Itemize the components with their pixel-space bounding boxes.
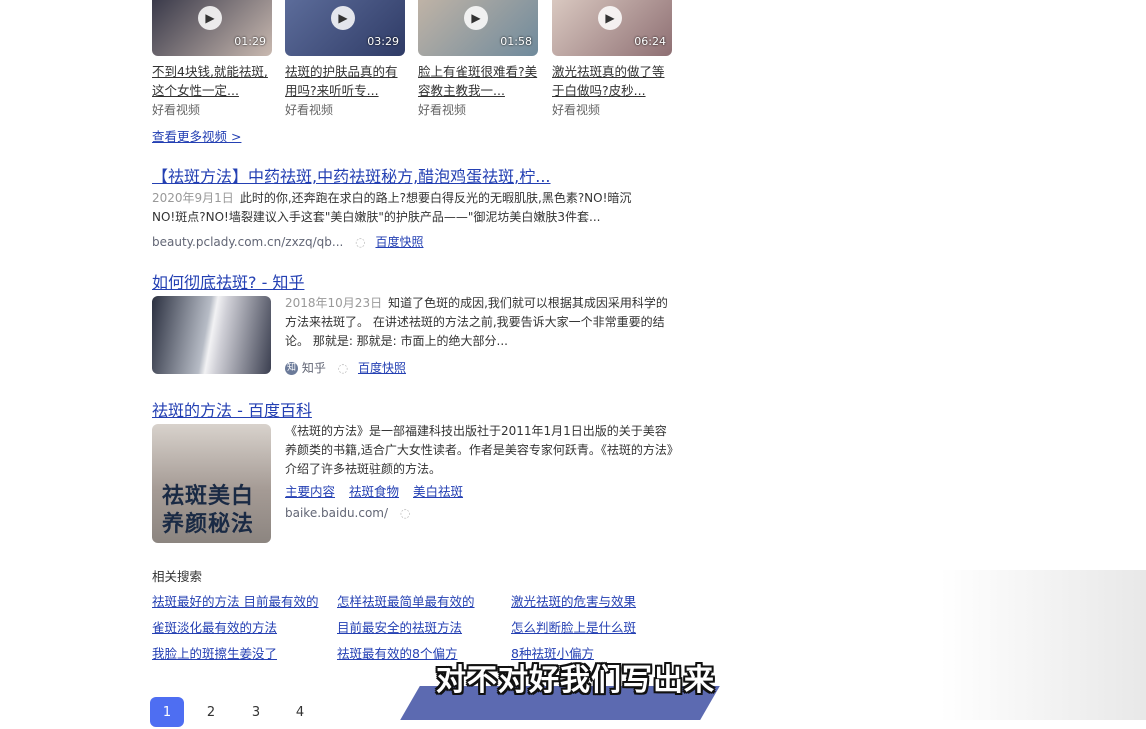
page-2[interactable]: 2 bbox=[194, 697, 228, 727]
video-title[interactable]: 激光祛斑真的做了等于白做吗?皮秒... bbox=[552, 62, 676, 100]
video-card[interactable]: ▶ 06:24 bbox=[552, 0, 672, 56]
result-abstract: 2020年9月1日 此时的你,还奔跑在求白的路上?想要白得反光的无暇肌肤,黑色素?… bbox=[152, 191, 632, 224]
result-title[interactable]: 【祛斑方法】中药祛斑,中药祛斑秘方,醋泡鸡蛋祛斑,柠... bbox=[152, 163, 551, 187]
result-url: baike.baidu.com/ bbox=[285, 506, 389, 520]
related-search-link[interactable]: 祛斑最好的方法 目前最有效的 bbox=[152, 591, 318, 610]
page-4[interactable]: 4 bbox=[283, 697, 317, 727]
sublink-food[interactable]: 祛斑食物 bbox=[349, 484, 399, 499]
play-icon[interactable]: ▶ bbox=[598, 6, 622, 30]
related-search-link[interactable]: 目前最安全的祛斑方法 bbox=[337, 617, 462, 636]
video-thumbnail[interactable]: ▶ 01:58 bbox=[418, 0, 538, 56]
video-subtitle: 对不对好我们写出来 bbox=[436, 663, 715, 698]
related-search-link[interactable]: 我脸上的斑擦生姜没了 bbox=[152, 643, 277, 662]
result-date: 2020年9月1日 bbox=[152, 191, 234, 205]
shield-icon: ◌ bbox=[337, 361, 349, 375]
video-source: 好看视频 bbox=[418, 103, 467, 117]
video-card[interactable]: ▶ 01:58 bbox=[418, 0, 538, 56]
result-title[interactable]: 祛斑的方法 - 百度百科 bbox=[152, 397, 312, 421]
video-title[interactable]: 脸上有雀斑很难看?美容教主教我一... bbox=[418, 62, 542, 100]
video-duration: 03:29 bbox=[367, 35, 399, 48]
book-cover-image[interactable]: 祛斑美白养颜秘法 bbox=[152, 424, 271, 543]
play-icon[interactable]: ▶ bbox=[198, 6, 222, 30]
result-date: 2018年10月23日 bbox=[285, 296, 383, 310]
more-videos-link[interactable]: 查看更多视频 > bbox=[152, 126, 241, 145]
related-search-link[interactable]: 怎样祛斑最简单最有效的 bbox=[337, 591, 475, 610]
video-duration: 06:24 bbox=[634, 35, 666, 48]
video-card[interactable]: ▶ 01:29 bbox=[152, 0, 272, 56]
result-thumbnail[interactable] bbox=[152, 296, 271, 374]
related-search-link[interactable]: 怎么判断脸上是什么斑 bbox=[511, 617, 636, 636]
related-search-link[interactable]: 激光祛斑的危害与效果 bbox=[511, 591, 636, 610]
zhihu-icon: 知 bbox=[285, 362, 298, 375]
video-carousel: ▶ 01:29 ▶ 03:29 ▶ 01:58 ▶ 06:24 bbox=[152, 0, 692, 60]
result-url-line: baike.baidu.com/ ◌ bbox=[285, 506, 410, 520]
sublink-whitening[interactable]: 美白祛斑 bbox=[413, 484, 463, 499]
video-source: 好看视频 bbox=[152, 103, 201, 117]
video-duration: 01:58 bbox=[500, 35, 532, 48]
sublink-main-content[interactable]: 主要内容 bbox=[285, 484, 335, 499]
related-searches-title: 相关搜索 bbox=[152, 569, 203, 584]
video-thumbnail[interactable]: ▶ 06:24 bbox=[552, 0, 672, 56]
result-sublinks: 主要内容 祛斑食物 美白祛斑 bbox=[285, 481, 473, 500]
video-thumbnail[interactable]: ▶ 01:29 bbox=[152, 0, 272, 56]
result-source: 知乎 bbox=[301, 361, 326, 375]
book-cover-text: 祛斑美白养颜秘法 bbox=[162, 483, 255, 537]
video-title[interactable]: 祛斑的护肤品真的有用吗?来听听专... bbox=[285, 62, 409, 100]
result-abstract: 《祛斑的方法》是一部福建科技出版社于2011年1月1日出版的关于美容养颜类的书籍… bbox=[285, 424, 673, 476]
result-abstract: 2018年10月23日 知道了色斑的成因,我们就可以根据其成因采用科学的方法来祛斑… bbox=[285, 296, 668, 348]
video-card[interactable]: ▶ 03:29 bbox=[285, 0, 405, 56]
result-url-line: beauty.pclady.com.cn/zxzq/qb... ◌ 百度快照 bbox=[152, 233, 423, 250]
video-title[interactable]: 不到4块钱,就能祛斑,这个女性一定... bbox=[152, 62, 276, 100]
video-overlay-decoration bbox=[940, 570, 1146, 720]
video-source: 好看视频 bbox=[285, 103, 334, 117]
related-search-link[interactable]: 雀斑淡化最有效的方法 bbox=[152, 617, 277, 636]
video-source: 好看视频 bbox=[552, 103, 601, 117]
shield-icon: ◌ bbox=[355, 235, 366, 249]
play-icon[interactable]: ▶ bbox=[331, 6, 355, 30]
video-duration: 01:29 bbox=[234, 35, 266, 48]
result-title[interactable]: 如何彻底祛斑? - 知乎 bbox=[152, 269, 304, 293]
snapshot-link[interactable]: 百度快照 bbox=[358, 361, 406, 375]
shield-icon: ◌ bbox=[399, 506, 411, 520]
result-url: beauty.pclady.com.cn/zxzq/qb... bbox=[152, 235, 344, 249]
result-source-line: 知 知乎 ◌ 百度快照 bbox=[285, 359, 406, 376]
video-thumbnail[interactable]: ▶ 03:29 bbox=[285, 0, 405, 56]
snapshot-link[interactable]: 百度快照 bbox=[375, 235, 423, 249]
page-1[interactable]: 1 bbox=[150, 697, 184, 727]
page-3[interactable]: 3 bbox=[239, 697, 273, 727]
play-icon[interactable]: ▶ bbox=[464, 6, 488, 30]
